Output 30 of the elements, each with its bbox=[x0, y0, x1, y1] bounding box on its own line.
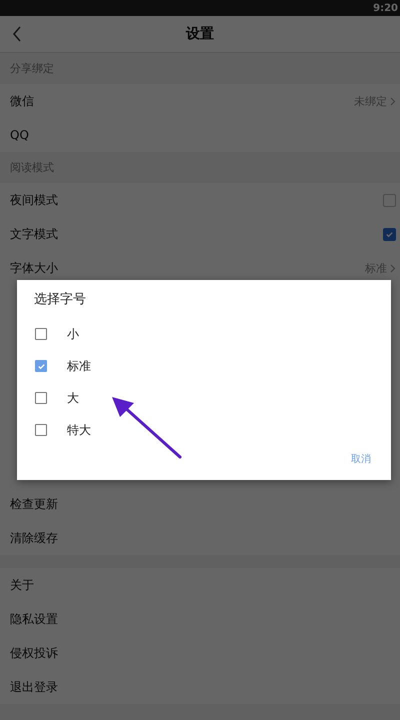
checkbox[interactable] bbox=[35, 424, 47, 436]
checkbox[interactable] bbox=[383, 194, 396, 206]
setting-label: 微信 bbox=[10, 92, 34, 110]
setting-label: 夜间模式 bbox=[10, 192, 58, 208]
setting-label[interactable]: 清除缓存 bbox=[10, 530, 58, 546]
back-icon[interactable] bbox=[12, 26, 22, 42]
chevron-icon bbox=[390, 96, 396, 106]
checkbox[interactable] bbox=[35, 392, 47, 404]
checkbox[interactable] bbox=[35, 328, 47, 340]
cancel-button[interactable]: 取消 bbox=[351, 452, 371, 466]
setting-label[interactable]: 关于 bbox=[10, 576, 34, 594]
chevron-icon bbox=[390, 264, 396, 272]
check-icon bbox=[385, 230, 394, 238]
option-label[interactable]: 小 bbox=[67, 326, 79, 342]
setting-label[interactable]: 侵权投诉 bbox=[10, 644, 58, 662]
option-label[interactable]: 标准 bbox=[67, 358, 91, 374]
checkbox[interactable] bbox=[383, 228, 396, 240]
status-time: 9:20 bbox=[373, 2, 398, 14]
checkbox[interactable] bbox=[35, 360, 47, 372]
setting-label: QQ bbox=[10, 128, 29, 142]
check-icon bbox=[36, 362, 46, 370]
option-label[interactable]: 大 bbox=[67, 390, 79, 406]
dialog-title: 选择字号 bbox=[34, 291, 87, 309]
setting-label[interactable]: 检查更新 bbox=[10, 496, 58, 512]
setting-label[interactable]: 隐私设置 bbox=[10, 610, 58, 628]
setting-label[interactable]: 退出登录 bbox=[10, 678, 58, 696]
page-title: 设置 bbox=[186, 25, 214, 43]
setting-label: 文字模式 bbox=[10, 226, 58, 242]
option-label[interactable]: 特大 bbox=[67, 422, 91, 438]
setting-label: 字体大小 bbox=[10, 260, 58, 276]
